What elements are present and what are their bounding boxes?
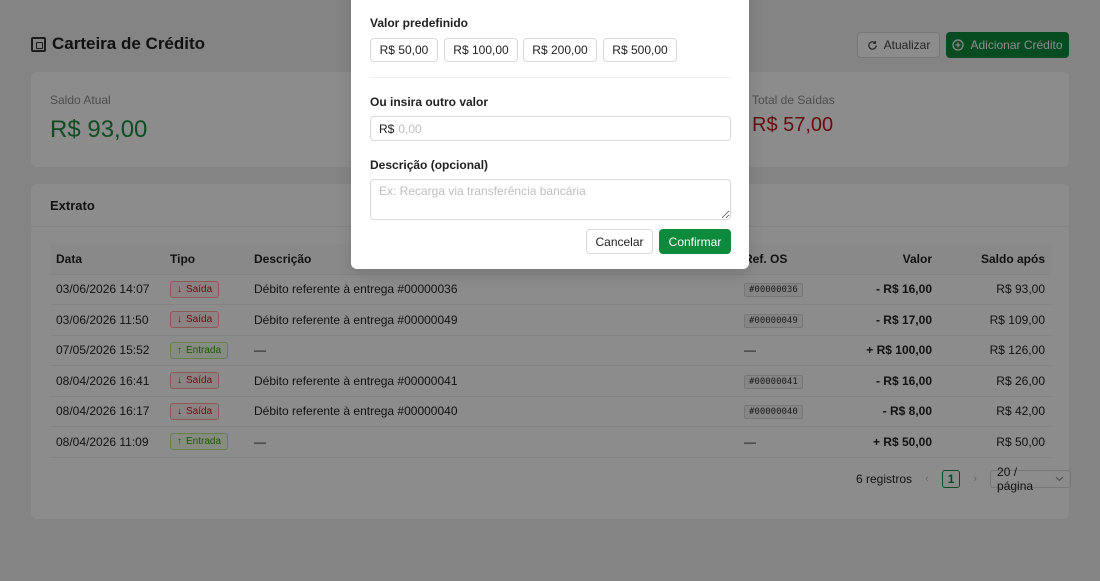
- description-label: Descrição (opcional): [370, 158, 489, 172]
- preset-label: Valor predefinido: [370, 16, 469, 30]
- confirm-button[interactable]: Confirmar: [659, 229, 731, 254]
- add-credit-modal: Valor predefinido R$ 50,00 R$ 100,00 R$ …: [351, 0, 749, 269]
- preset-50-button[interactable]: R$ 50,00: [370, 38, 438, 62]
- currency-prefix: R$: [379, 121, 395, 136]
- preset-100-button[interactable]: R$ 100,00: [444, 38, 518, 62]
- preset-200-button[interactable]: R$ 200,00: [523, 38, 597, 62]
- amount-input[interactable]: [398, 121, 699, 136]
- other-amount-label: Ou insira outro valor: [370, 95, 489, 109]
- modal-divider: [370, 77, 731, 78]
- amount-field[interactable]: R$: [370, 116, 731, 141]
- description-textarea[interactable]: [370, 179, 731, 220]
- preset-500-button[interactable]: R$ 500,00: [603, 38, 677, 62]
- cancel-button[interactable]: Cancelar: [586, 229, 653, 254]
